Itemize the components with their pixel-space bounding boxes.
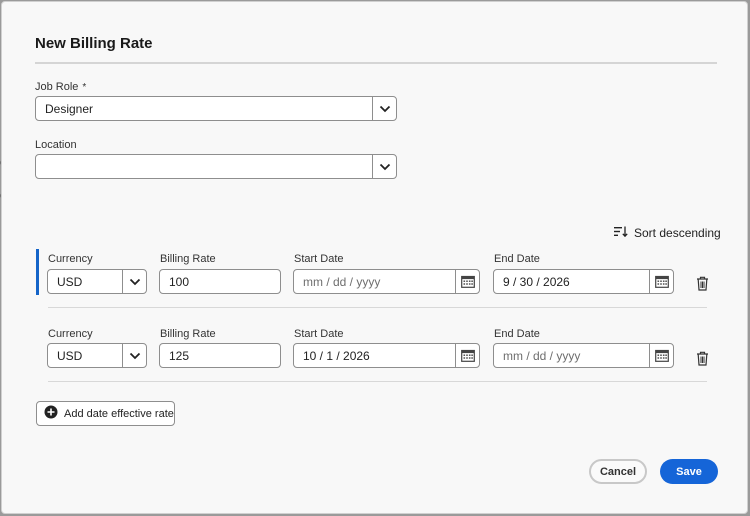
selected-row-indicator bbox=[36, 249, 39, 295]
end-date-label: End Date bbox=[494, 253, 540, 265]
job-role-label: Job Role * bbox=[35, 81, 87, 93]
billing-rate-input[interactable]: 100 bbox=[159, 269, 281, 294]
row-divider bbox=[48, 307, 707, 308]
chevron-down-icon[interactable] bbox=[122, 270, 146, 293]
title-divider bbox=[35, 62, 717, 64]
start-date-label: Start Date bbox=[294, 328, 344, 340]
calendar-icon[interactable] bbox=[455, 270, 479, 293]
cancel-button[interactable]: Cancel bbox=[589, 459, 647, 484]
calendar-icon[interactable] bbox=[649, 344, 673, 367]
currency-label: Currency bbox=[48, 253, 93, 265]
start-date-input[interactable]: 10 / 1 / 2026 bbox=[293, 343, 480, 368]
dialog-title: New Billing Rate bbox=[35, 35, 153, 52]
end-date-label: End Date bbox=[494, 328, 540, 340]
start-date-input[interactable]: mm / dd / yyyy bbox=[293, 269, 480, 294]
sort-descending-icon bbox=[614, 226, 628, 240]
start-date-value: 10 / 1 / 2026 bbox=[303, 349, 370, 363]
row-divider bbox=[48, 381, 707, 382]
currency-select[interactable]: USD bbox=[47, 269, 147, 294]
end-date-value: 9 / 30 / 2026 bbox=[503, 275, 570, 289]
add-circle-icon bbox=[44, 405, 58, 422]
sort-descending-button[interactable]: Sort descending bbox=[614, 226, 721, 240]
delete-rate-icon[interactable] bbox=[695, 276, 709, 291]
end-date-input[interactable]: mm / dd / yyyy bbox=[493, 343, 674, 368]
billing-rate-label: Billing Rate bbox=[160, 253, 216, 265]
new-billing-rate-dialog: New Billing Rate Job Role * Designer Loca… bbox=[1, 1, 748, 514]
chevron-down-icon[interactable] bbox=[372, 97, 396, 120]
billing-rate-input[interactable]: 125 bbox=[159, 343, 281, 368]
location-label: Location bbox=[35, 139, 77, 151]
job-role-value: Designer bbox=[45, 102, 94, 116]
start-date-label: Start Date bbox=[294, 253, 344, 265]
currency-value: USD bbox=[57, 275, 83, 289]
job-role-select[interactable]: Designer bbox=[35, 96, 397, 121]
end-date-placeholder: mm / dd / yyyy bbox=[503, 349, 581, 363]
location-select[interactable] bbox=[35, 154, 397, 179]
end-date-input[interactable]: 9 / 30 / 2026 bbox=[493, 269, 674, 294]
currency-value: USD bbox=[57, 349, 83, 363]
add-date-effective-rate-button[interactable]: Add date effective rate bbox=[36, 401, 175, 426]
currency-select[interactable]: USD bbox=[47, 343, 147, 368]
billing-rate-value: 125 bbox=[169, 349, 190, 363]
billing-rate-label: Billing Rate bbox=[160, 328, 216, 340]
calendar-icon[interactable] bbox=[455, 344, 479, 367]
chevron-down-icon[interactable] bbox=[122, 344, 146, 367]
add-rate-label: Add date effective rate bbox=[64, 407, 174, 420]
start-date-placeholder: mm / dd / yyyy bbox=[303, 275, 381, 289]
billing-rate-value: 100 bbox=[169, 275, 190, 289]
required-marker: * bbox=[82, 82, 87, 93]
delete-rate-icon[interactable] bbox=[695, 351, 709, 366]
chevron-down-icon[interactable] bbox=[372, 155, 396, 178]
save-button[interactable]: Save bbox=[660, 459, 718, 484]
calendar-icon[interactable] bbox=[649, 270, 673, 293]
sort-descending-label: Sort descending bbox=[634, 226, 721, 240]
currency-label: Currency bbox=[48, 328, 93, 340]
